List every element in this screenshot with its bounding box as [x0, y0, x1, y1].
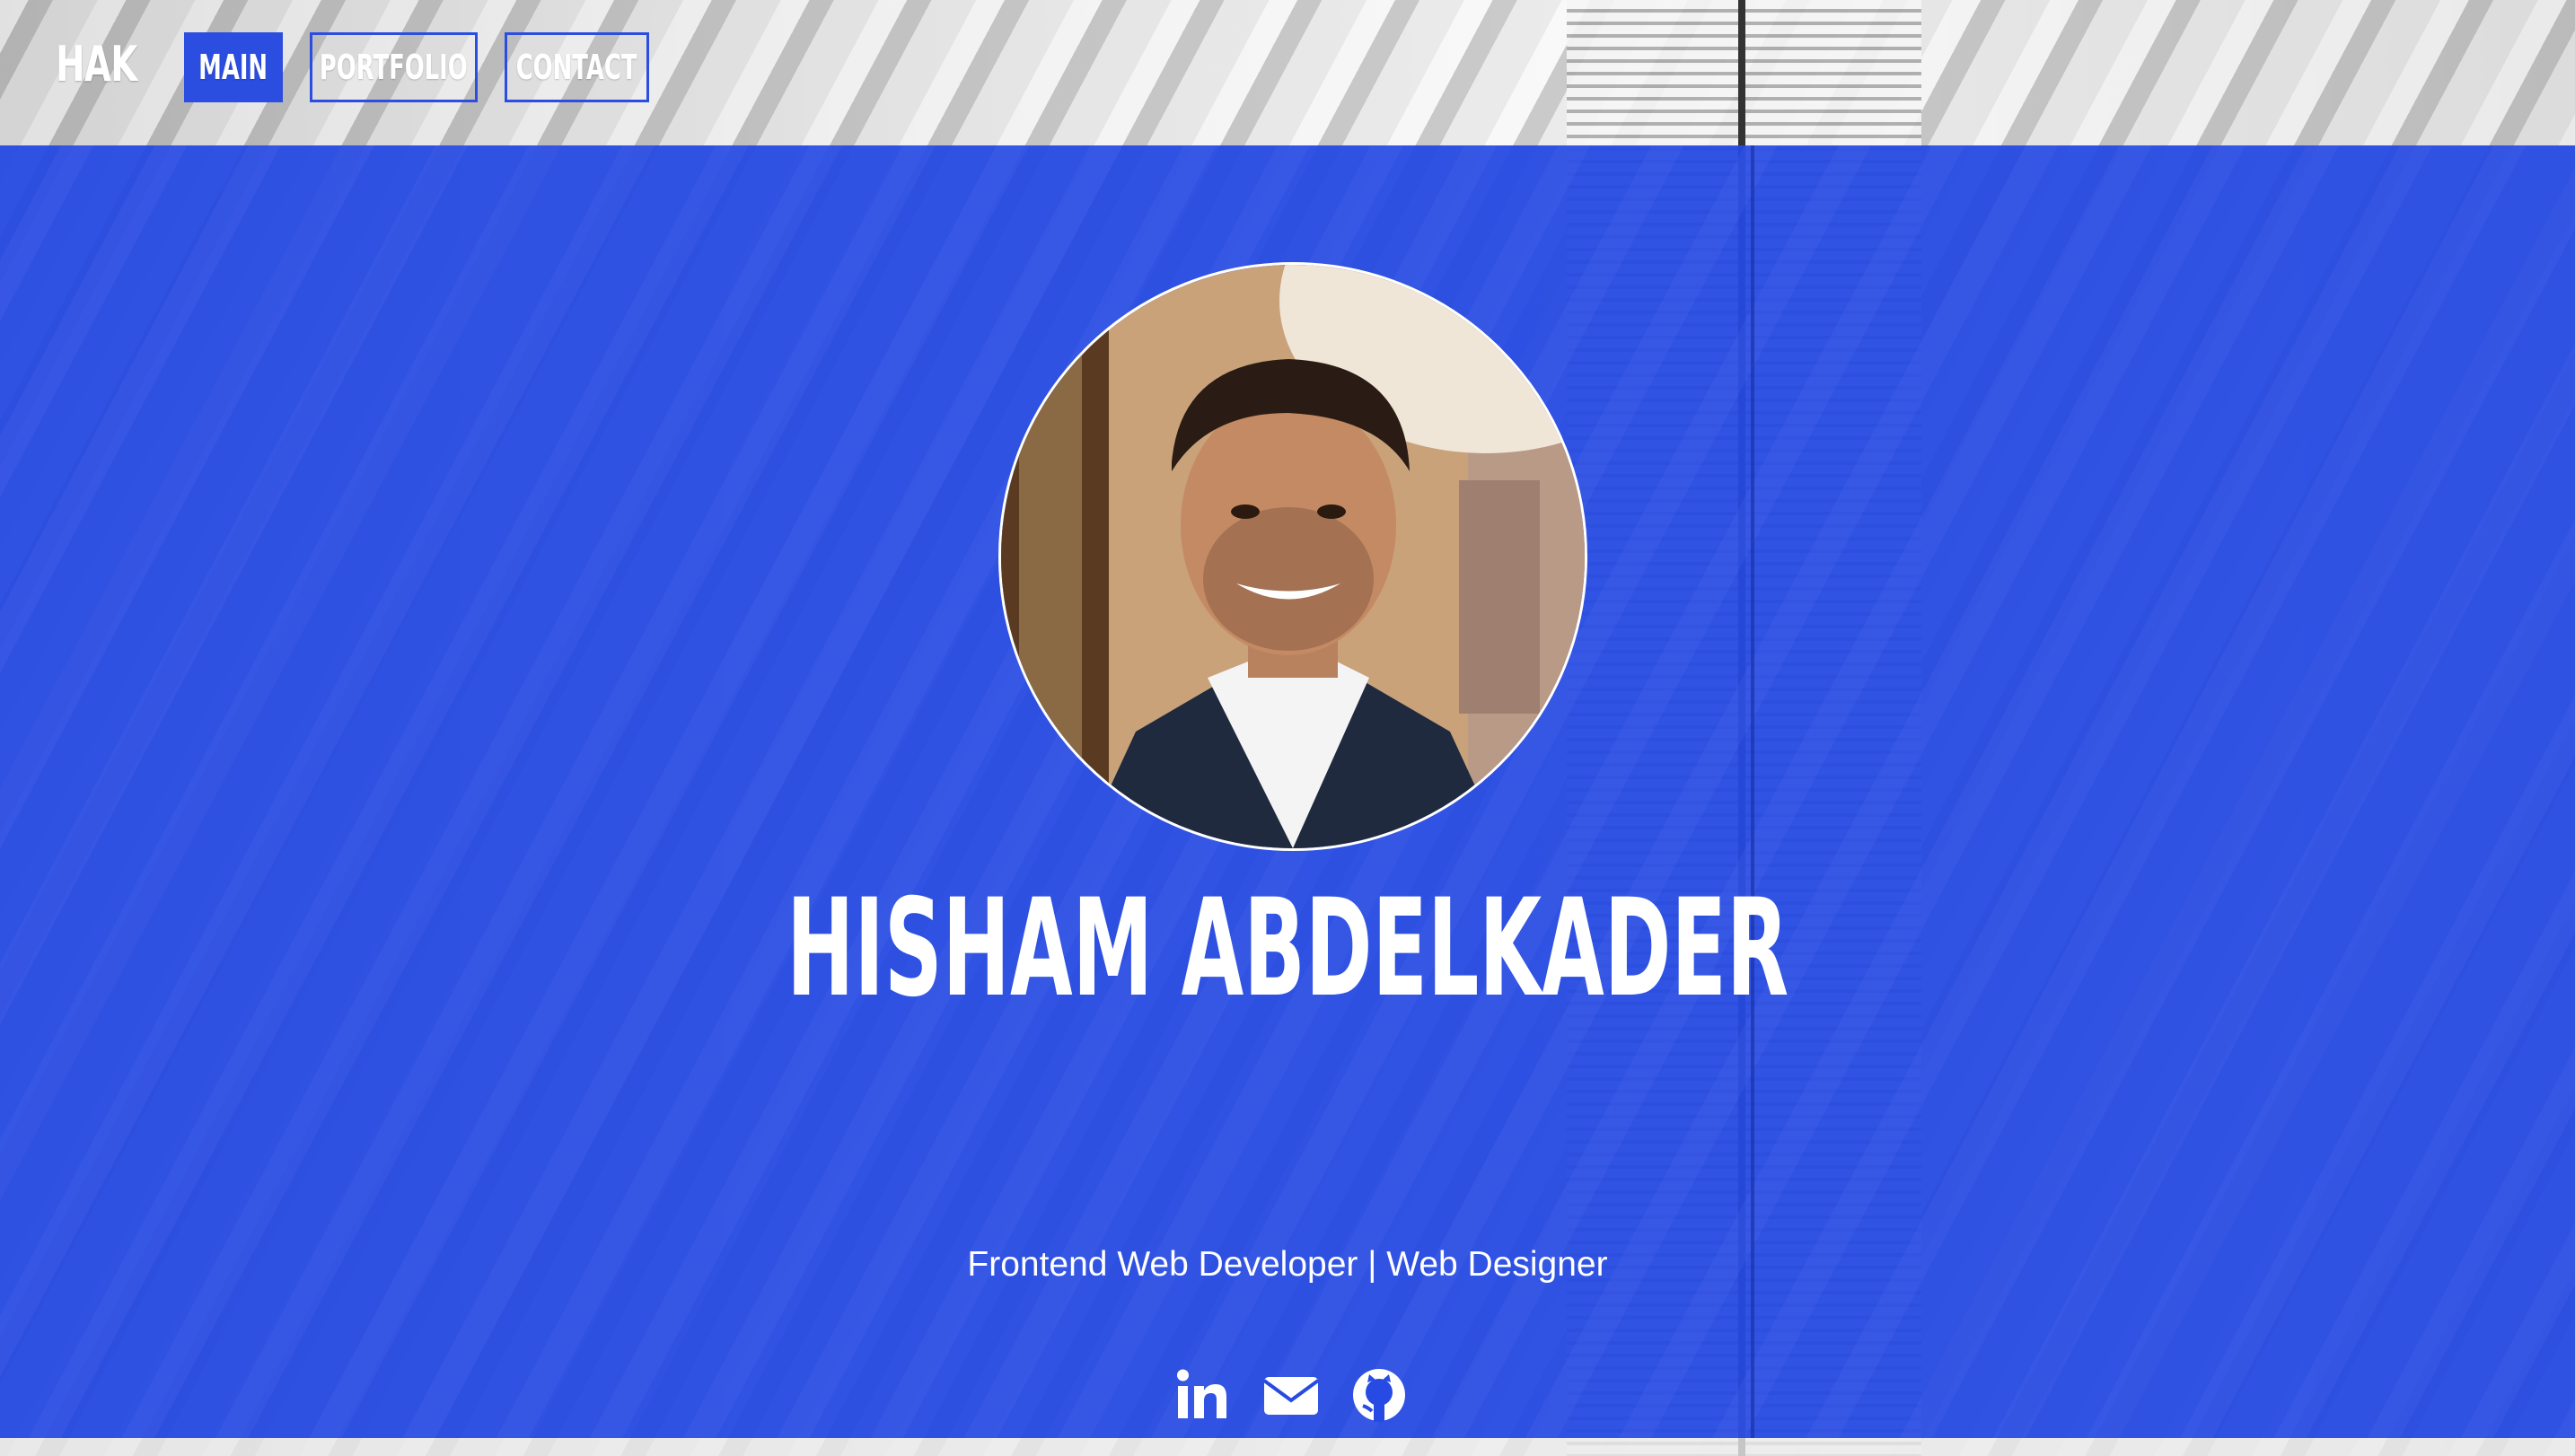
hero-tagline: Frontend Web Developer | Web Designer: [967, 1245, 1608, 1284]
nav-portfolio-label: PORTFOLIO: [320, 48, 468, 87]
page-bottom-edge: [0, 1438, 2575, 1456]
social-links: [1174, 1366, 1408, 1424]
nav-main-button[interactable]: MAIN: [184, 32, 283, 102]
hero-divider: [1751, 145, 1754, 1438]
brand-logo[interactable]: HAK: [56, 36, 137, 92]
nav-main-label: MAIN: [198, 48, 268, 87]
email-icon[interactable]: [1262, 1366, 1320, 1424]
nav-contact-button[interactable]: CONTACT: [505, 32, 649, 102]
navbar: HAK MAIN PORTFOLIO CONTACT: [0, 0, 2575, 145]
hero-name-text: HISHAM ABDELKADER: [786, 871, 1789, 1027]
avatar: [998, 262, 1587, 851]
profile-photo-icon: [1001, 265, 1585, 848]
page: HAK MAIN PORTFOLIO CONTACT HISHAM ABDELK…: [0, 0, 2575, 1456]
linkedin-icon[interactable]: [1174, 1366, 1232, 1424]
hero-name: HISHAM ABDELKADER: [0, 881, 2575, 1016]
github-icon[interactable]: [1350, 1366, 1408, 1424]
nav-portfolio-button[interactable]: PORTFOLIO: [310, 32, 478, 102]
hero-section: HISHAM ABDELKADER Frontend Web Developer…: [0, 145, 2575, 1438]
nav-contact-label: CONTACT: [516, 48, 637, 87]
